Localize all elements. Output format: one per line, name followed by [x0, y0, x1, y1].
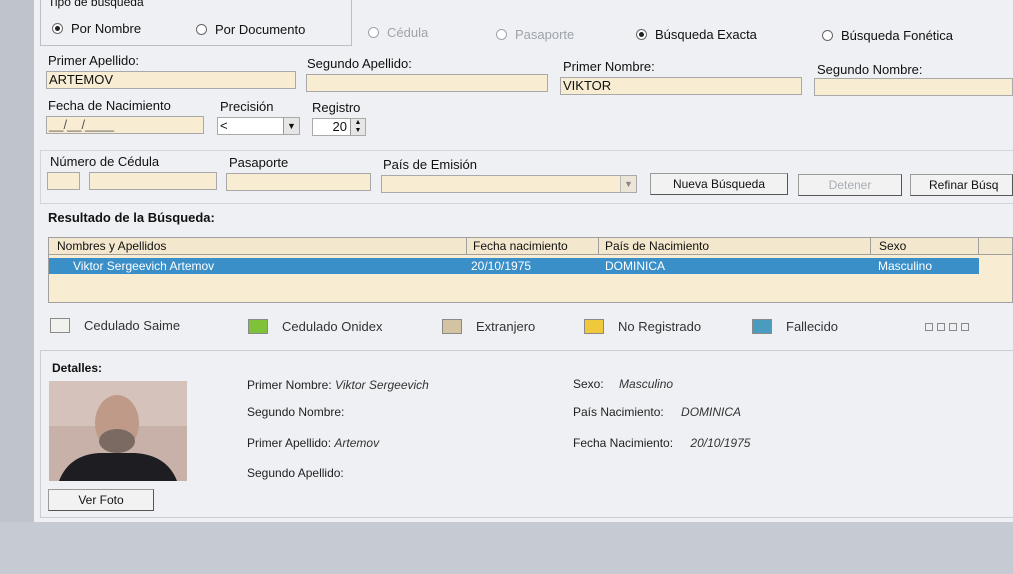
legend-swatch — [442, 319, 462, 334]
pasaporte-label: Pasaporte — [229, 155, 289, 170]
column-header-nombres[interactable]: Nombres y Apellidos — [49, 238, 467, 255]
column-header-fecha[interactable]: Fecha nacimiento — [467, 238, 599, 255]
segundo-nombre-input[interactable] — [814, 78, 1013, 96]
legend-label: Cedulado Onidex — [282, 319, 383, 334]
detail-label: País Nacimiento: — [573, 405, 664, 419]
results-title: Resultado de la Búsqueda: — [48, 210, 215, 225]
precision-label: Precisión — [220, 99, 274, 114]
legend-fallecido: Fallecido — [752, 319, 838, 334]
legend-extranjero: Extranjero — [442, 319, 535, 334]
fecha-nacimiento-input[interactable]: __/__/____ — [46, 116, 204, 134]
legend-swatch — [50, 318, 70, 333]
detail-value: Masculino — [619, 377, 674, 391]
segundo-apellido-label: Segundo Apellido: — [307, 56, 412, 71]
legend-swatch — [752, 319, 772, 334]
dropdown-arrow-icon: ▼ — [283, 118, 299, 134]
primer-apellido-label: Primer Apellido: — [48, 53, 140, 68]
refinar-busqueda-button[interactable]: Refinar Búsq — [910, 174, 1013, 196]
segundo-nombre-label: Segundo Nombre: — [817, 62, 923, 77]
radio-label: Cédula — [387, 25, 429, 40]
detail-pais-nacimiento: País Nacimiento: DOMINICA — [573, 405, 741, 419]
detail-primer-nombre: Primer Nombre: Viktor Sergeevich — [247, 378, 429, 392]
radio-label: Por Nombre — [71, 21, 142, 36]
pais-emision-label: País de Emisión — [383, 157, 477, 172]
primer-nombre-label: Primer Nombre: — [563, 59, 655, 74]
radio-label: Pasaporte — [515, 27, 575, 42]
legend-swatch — [584, 319, 604, 334]
detail-label: Segundo Apellido: — [247, 466, 344, 480]
column-header-sexo[interactable]: Sexo — [871, 238, 979, 255]
detail-label: Sexo: — [573, 377, 604, 391]
details-title: Detalles: — [52, 361, 103, 375]
radio-label: Búsqueda Exacta — [655, 27, 757, 42]
cell-sexo: Masculino — [878, 259, 933, 273]
legend-cedulado-saime: Cedulado Saime — [50, 318, 180, 333]
radio-label: Por Documento — [215, 22, 306, 37]
legend-cedulado-onidex: Cedulado Onidex — [248, 319, 382, 334]
precision-select[interactable]: < ▼ — [217, 117, 300, 135]
legend-no-registrado: No Registrado — [584, 319, 701, 334]
detail-value: Viktor Sergeevich — [335, 378, 429, 392]
legend-label: Extranjero — [476, 319, 536, 334]
fecha-nacimiento-label: Fecha de Nacimiento — [48, 98, 171, 113]
spinner-arrows-icon: ▲ ▼ — [350, 119, 365, 135]
registro-label: Registro — [312, 100, 361, 115]
status-dots-icon — [925, 323, 969, 331]
radio-busqueda-exacta[interactable]: Búsqueda Exacta — [636, 27, 757, 42]
person-photo — [49, 381, 187, 481]
precision-value: < — [220, 118, 228, 133]
registro-spinner[interactable]: 20 ▲ ▼ — [312, 118, 366, 136]
detail-label: Fecha Nacimiento: — [573, 436, 674, 450]
cell-fecha: 20/10/1975 — [471, 259, 532, 273]
legend-label: Cedulado Saime — [84, 318, 181, 333]
detail-label: Primer Nombre: — [247, 378, 332, 392]
radio-selected-icon — [636, 29, 647, 40]
detail-primer-apellido: Primer Apellido: Artemov — [247, 436, 379, 450]
nueva-busqueda-button[interactable]: Nueva Búsqueda — [650, 173, 788, 195]
cell-nombre: Viktor Sergeevich Artemov — [73, 259, 215, 273]
radio-label: Búsqueda Fonética — [841, 28, 954, 43]
detail-segundo-apellido: Segundo Apellido: — [247, 466, 344, 480]
radio-por-documento[interactable]: Por Documento — [196, 22, 305, 37]
column-header-pais[interactable]: País de Nacimiento — [599, 238, 871, 255]
column-header-filler — [979, 238, 1012, 255]
radio-unselected-icon — [368, 27, 379, 38]
ver-foto-button[interactable]: Ver Foto — [48, 489, 154, 511]
pais-emision-select[interactable]: ▼ — [381, 175, 637, 193]
detail-label: Primer Apellido: — [247, 436, 332, 450]
primer-apellido-input[interactable]: ARTEMOV — [46, 71, 296, 89]
search-type-label: Tipo de búsqueda — [48, 0, 144, 9]
screen-bezel — [0, 0, 34, 574]
results-grid[interactable]: Nombres y Apellidos Fecha nacimiento Paí… — [48, 237, 1013, 303]
legend-swatch — [248, 319, 268, 334]
primer-nombre-input[interactable]: VIKTOR — [560, 77, 802, 95]
cedula-prefix-input[interactable] — [47, 172, 80, 190]
detail-segundo-nombre: Segundo Nombre: — [247, 405, 344, 419]
legend-label: No Registrado — [618, 319, 702, 334]
detail-sexo: Sexo: Masculino — [573, 377, 673, 391]
pasaporte-input[interactable] — [226, 173, 371, 191]
radio-cedula[interactable]: Cédula — [368, 25, 428, 40]
dropdown-arrow-icon: ▼ — [620, 176, 636, 192]
detail-fecha-nacimiento: Fecha Nacimiento: 20/10/1975 — [573, 436, 750, 450]
radio-selected-icon — [52, 23, 63, 34]
cell-pais: DOMINICA — [605, 259, 665, 273]
radio-unselected-icon — [196, 24, 207, 35]
detail-value: DOMINICA — [681, 405, 742, 419]
numero-cedula-label: Número de Cédula — [50, 154, 160, 169]
segundo-apellido-input[interactable] — [306, 74, 548, 92]
radio-unselected-icon — [496, 29, 507, 40]
radio-unselected-icon — [822, 30, 833, 41]
legend-label: Fallecido — [786, 319, 839, 334]
detail-value: Artemov — [334, 436, 380, 450]
radio-pasaporte[interactable]: Pasaporte — [496, 27, 574, 42]
registro-value: 20 — [332, 119, 347, 134]
detail-value: 20/10/1975 — [690, 436, 751, 450]
radio-busqueda-fonetica[interactable]: Búsqueda Fonética — [822, 28, 953, 43]
detail-label: Segundo Nombre: — [247, 405, 345, 419]
window-bottom-area — [0, 522, 1013, 574]
detener-button[interactable]: Detener — [798, 174, 902, 196]
radio-por-nombre[interactable]: Por Nombre — [52, 21, 141, 36]
numero-cedula-input[interactable] — [89, 172, 217, 190]
